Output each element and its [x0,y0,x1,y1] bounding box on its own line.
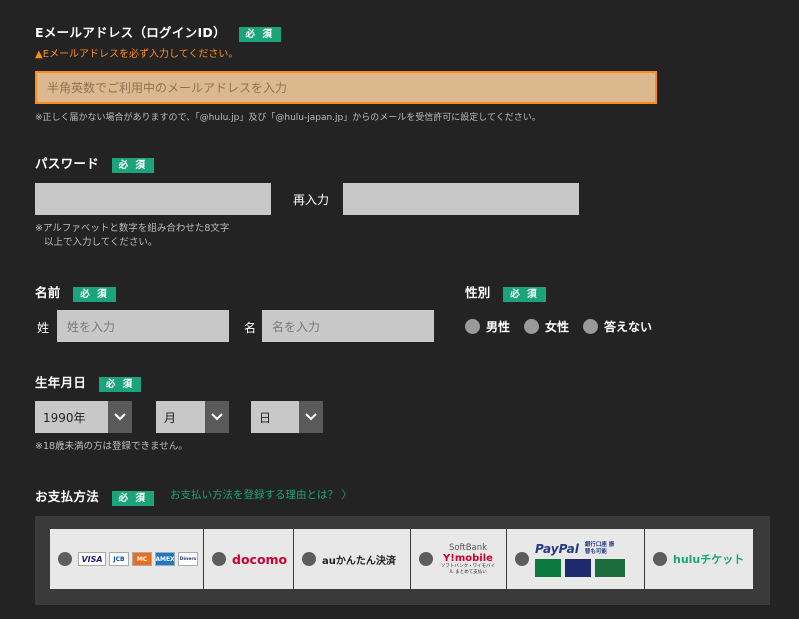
paypal-bank-note: 銀行口座 振替も可能 [584,541,615,555]
bank-logos [535,558,625,577]
password-confirm-input[interactable] [343,183,579,215]
gender-option-label: 女性 [545,320,570,334]
jcb-icon: JCB [109,552,129,566]
payment-label-text: お支払方法 [35,489,100,504]
amex-icon: AMEX [155,552,175,566]
email-placeholder: 半角英数でご利用中のメールアドレスを入力 [47,81,288,95]
first-name-input[interactable]: 名を入力 [262,310,434,342]
radio-button[interactable] [302,552,316,566]
required-badge: 必 須 [111,491,154,506]
email-error: ▲Eメールアドレスを必ず入力してください。 [35,45,238,60]
gender-option-label: 答えない [604,320,653,334]
radio-button[interactable] [515,552,529,566]
radio-button[interactable] [58,552,72,566]
radio-button[interactable] [419,552,433,566]
password-note: ※アルファベットと数字を組み合わせた8文字 以上で入力してください。 [35,222,229,250]
required-badge: 必 須 [111,158,154,173]
name-label-text: 名前 [35,285,61,300]
first-name-placeholder: 名を入力 [272,319,321,334]
birth-year-select[interactable]: 1990年 [35,401,132,433]
password-label: パスワード 必 須 [35,153,154,173]
gender-radio-group: 男性 女性 答えない [465,318,652,335]
radio-button[interactable] [583,319,599,334]
au-logo: auかんたん決済 [322,555,396,567]
bank-logo-icon [595,558,625,577]
email-input[interactable]: 半角英数でご利用中のメールアドレスを入力 [35,71,657,104]
warning-icon: ▲ [35,49,43,60]
bank-logo-icon [565,558,591,577]
mastercard-icon: MC [132,552,152,566]
password-label-text: パスワード [35,156,100,171]
gender-label-text: 性別 [465,285,491,300]
diners-icon: Diners [178,552,198,566]
payment-label: お支払方法 必 須 [35,486,154,506]
payment-option-hulu-ticket[interactable]: huluチケット [645,529,753,589]
last-name-label: 姓 [37,321,50,335]
payment-option-au[interactable]: auかんたん決済 [294,529,410,589]
email-label-text: Eメールアドレス（ログインID） [35,25,226,40]
password-input[interactable] [35,183,271,215]
radio-button[interactable] [524,319,540,334]
birthdate-note: ※18歳未満の方は登録できません。 [35,441,188,452]
payment-reason-link[interactable]: お支払い方法を登録する理由とは？ 〉 [170,487,352,502]
gender-option-no-answer[interactable]: 答えない [583,318,652,335]
payment-option-credit-card[interactable]: VISA JCB MC AMEX Diners [50,529,203,589]
birthdate-label-text: 生年月日 [35,375,87,390]
gender-option-label: 男性 [486,320,511,334]
email-error-text: Eメールアドレスを必ず入力してください。 [42,49,239,60]
bank-logo-icon [535,558,561,577]
radio-button[interactable] [465,319,480,334]
birth-month-value: 月 [164,410,177,425]
last-name-input[interactable]: 姓を入力 [57,310,229,342]
required-badge: 必 須 [98,377,142,392]
birth-month-select[interactable]: 月 [156,401,229,433]
softbank-logo-text: SoftBank [448,542,488,553]
paypal-logo-text: PayPal [535,541,579,556]
payment-option-paypal[interactable]: PayPal 銀行口座 振替も可能 [507,529,644,589]
required-badge: 必 須 [503,287,546,302]
radio-button[interactable] [653,552,667,566]
email-note: ※正しく届かない場合がありますので、「@hulu.jp」及び「@hulu-jap… [35,113,541,123]
reenter-label: 再入力 [293,193,330,207]
payment-method-panel: VISA JCB MC AMEX Diners docomo auかんたん決済 … [35,516,770,605]
birth-day-select[interactable]: 日 [251,401,323,433]
birth-year-value: 1990年 [43,410,86,425]
payment-option-docomo[interactable]: docomo [204,529,293,589]
chevron-down-icon[interactable] [299,401,323,433]
credit-card-logos: VISA JCB MC AMEX Diners [78,552,198,566]
softbank-logo-caption: ソフトバンク・ワイモバイル まとめて支払い [440,563,496,575]
radio-button[interactable] [212,552,226,566]
password-note-line2: 以上で入力してください。 [44,237,158,248]
password-note-line1: ※アルファベットと数字を組み合わせた8文字 [35,223,230,234]
payment-option-softbank[interactable]: SoftBank Y!mobile ソフトバンク・ワイモバイル まとめて支払い [411,529,506,589]
email-label: Eメールアドレス（ログインID） 必 須 [35,22,281,42]
birthdate-label: 生年月日 必 須 [35,372,142,392]
first-name-label: 名 [244,321,257,335]
paypal-logo: PayPal 銀行口座 振替も可能 [535,542,625,577]
name-label: 名前 必 須 [35,282,116,302]
gender-label: 性別 必 須 [465,282,546,302]
hulu-ticket-logo: huluチケット [673,553,745,566]
birth-day-value: 日 [259,410,272,425]
required-badge: 必 須 [73,287,116,302]
softbank-logo: SoftBank Y!mobile ソフトバンク・ワイモバイル まとめて支払い [439,543,497,576]
last-name-placeholder: 姓を入力 [67,319,116,334]
gender-option-female[interactable]: 女性 [524,318,569,335]
gender-option-male[interactable]: 男性 [465,318,510,335]
chevron-down-icon[interactable] [205,401,229,433]
chevron-down-icon[interactable] [108,401,132,433]
required-badge: 必 須 [238,27,281,42]
visa-icon: VISA [78,552,106,566]
docomo-logo: docomo [232,551,288,567]
ymobile-logo-text: Y!mobile [443,552,493,564]
